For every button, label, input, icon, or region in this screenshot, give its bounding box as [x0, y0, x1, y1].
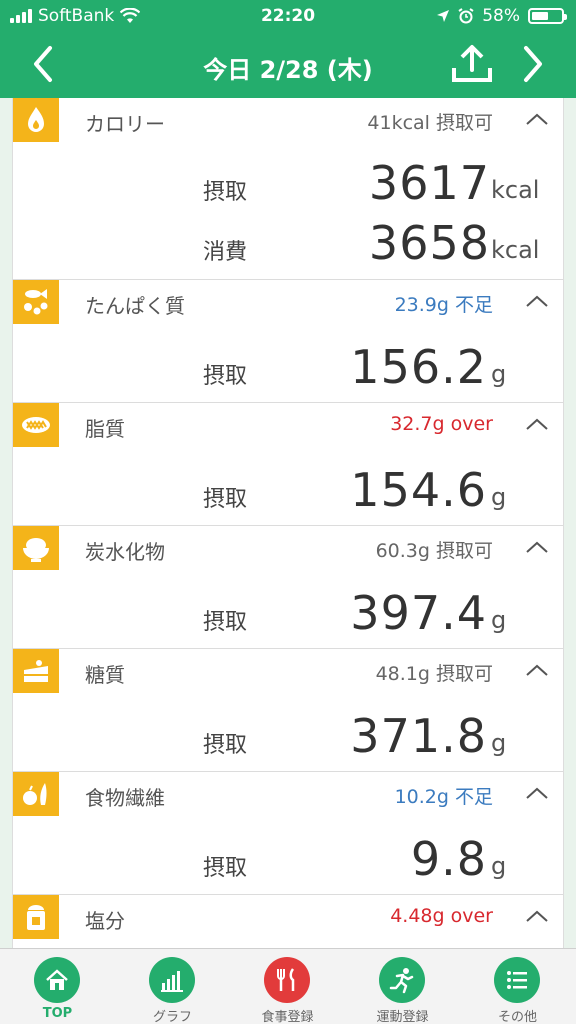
chevron-right-icon[interactable]: [510, 42, 554, 86]
nutrient-list: カロリー 41kcal 摂取可 摂取 3617 kcal 消費 3658 kca…: [12, 98, 564, 948]
fish-beans-icon: [13, 280, 59, 324]
chevron-up-icon[interactable]: [523, 106, 551, 134]
cake-icon: [13, 649, 59, 693]
salt-shaker-icon: [13, 895, 59, 939]
running-icon: [379, 957, 425, 1003]
fat-icon: [13, 403, 59, 447]
chevron-up-icon[interactable]: [523, 534, 551, 562]
row-label: 摂取: [203, 610, 248, 635]
section-fat: 脂質 32.7g over 摂取 154.6 g: [13, 403, 563, 526]
row-label: 摂取: [203, 487, 248, 512]
section-header[interactable]: 塩分 4.48g over: [13, 895, 563, 939]
intake-row: 摂取 3617 kcal: [13, 156, 563, 216]
row-label: 摂取: [203, 856, 248, 881]
section-header[interactable]: カロリー 41kcal 摂取可: [13, 98, 563, 142]
vegetable-icon: [13, 772, 59, 816]
row-label: 摂取: [203, 733, 248, 758]
row-value: 154.6: [350, 463, 487, 517]
rice-bowl-icon: [13, 526, 59, 570]
row-unit: g: [491, 483, 507, 511]
upload-icon[interactable]: [450, 44, 494, 84]
row-value: 371.8: [350, 709, 487, 763]
section-carbohydrate: 炭水化物 60.3g 摂取可 摂取 397.4 g: [13, 526, 563, 649]
tab-other[interactable]: その他: [460, 949, 575, 1024]
section-title: カロリー: [85, 112, 165, 136]
status-text: 4.48g over: [390, 905, 493, 927]
chevron-up-icon[interactable]: [523, 780, 551, 808]
intake-row: 摂取 9.8 g: [13, 832, 563, 892]
intake-row: 摂取 397.4 g: [13, 586, 563, 646]
section-sugar: 糖質 48.1g 摂取可 摂取 371.8 g: [13, 649, 563, 772]
bottom-tab-bar: TOP グラフ 食事登録 運動登録 その他: [0, 948, 576, 1024]
status-right: 58%: [436, 6, 567, 26]
alarm-icon: [458, 8, 474, 24]
home-icon: [34, 957, 80, 1003]
section-header[interactable]: 糖質 48.1g 摂取可: [13, 649, 563, 693]
tab-label: 食事登録: [261, 1010, 314, 1024]
battery-percent: 58%: [482, 6, 520, 26]
tab-label: TOP: [42, 1006, 73, 1021]
row-unit: g: [491, 852, 507, 880]
location-icon: [437, 10, 450, 22]
section-header[interactable]: 脂質 32.7g over: [13, 403, 563, 447]
chevron-up-icon[interactable]: [523, 657, 551, 685]
section-header[interactable]: 炭水化物 60.3g 摂取可: [13, 526, 563, 570]
tab-top[interactable]: TOP: [0, 949, 115, 1024]
row-unit: g: [491, 360, 507, 388]
section-title: 脂質: [85, 417, 125, 441]
section-title: 糖質: [85, 663, 125, 687]
bar-chart-icon: [149, 957, 195, 1003]
row-unit: g: [491, 729, 507, 757]
row-value: 156.2: [350, 340, 487, 394]
tab-label: グラフ: [152, 1010, 192, 1024]
section-title: たんぱく質: [85, 294, 185, 318]
row-value: 9.8: [410, 832, 487, 886]
list-icon: [494, 957, 540, 1003]
row-value: 3658: [368, 216, 490, 270]
section-calorie: カロリー 41kcal 摂取可 摂取 3617 kcal 消費 3658 kca…: [13, 98, 563, 280]
chevron-up-icon[interactable]: [523, 411, 551, 439]
row-unit: kcal: [491, 236, 540, 264]
status-text: 41kcal 摂取可: [367, 112, 493, 134]
section-title: 炭水化物: [85, 540, 165, 564]
section-dietary-fiber: 食物繊維 10.2g 不足 摂取 9.8 g: [13, 772, 563, 895]
status-bar: SoftBank 22:20 58%: [0, 0, 576, 32]
status-text: 60.3g 摂取可: [375, 540, 493, 562]
section-salt: 塩分 4.48g over: [13, 895, 563, 948]
intake-row: 摂取 154.6 g: [13, 463, 563, 523]
chevron-up-icon[interactable]: [523, 903, 551, 931]
intake-row: 摂取 371.8 g: [13, 709, 563, 769]
status-text: 23.9g 不足: [394, 294, 493, 316]
section-protein: たんぱく質 23.9g 不足 摂取 156.2 g: [13, 280, 563, 403]
section-title: 塩分: [85, 909, 125, 933]
row-label: 消費: [203, 240, 248, 265]
battery-icon: [528, 8, 567, 24]
tab-label: 運動登録: [376, 1010, 429, 1024]
app-header: SoftBank 22:20 58% 今日 2/28 (木): [0, 0, 576, 98]
row-value: 3617: [368, 156, 490, 210]
row-label: 摂取: [203, 364, 248, 389]
row-unit: kcal: [491, 176, 540, 204]
tab-exercise-log[interactable]: 運動登録: [345, 949, 460, 1024]
date-nav: 今日 2/28 (木): [0, 32, 576, 98]
tab-meal-log[interactable]: 食事登録: [230, 949, 345, 1024]
chevron-up-icon[interactable]: [523, 288, 551, 316]
status-text: 48.1g 摂取可: [375, 663, 493, 685]
row-value: 397.4: [350, 586, 487, 640]
tab-label: その他: [497, 1010, 537, 1024]
status-text: 10.2g 不足: [394, 786, 493, 808]
section-header[interactable]: 食物繊維 10.2g 不足: [13, 772, 563, 816]
intake-row: 摂取 156.2 g: [13, 340, 563, 400]
row-label: 摂取: [203, 180, 248, 205]
section-title: 食物繊維: [85, 786, 165, 810]
flame-icon: [13, 98, 59, 142]
section-header[interactable]: たんぱく質 23.9g 不足: [13, 280, 563, 324]
burned-row: 消費 3658 kcal: [13, 216, 563, 276]
status-text: 32.7g over: [390, 413, 493, 435]
tab-graph[interactable]: グラフ: [115, 949, 230, 1024]
row-unit: g: [491, 606, 507, 634]
fork-knife-icon: [264, 957, 310, 1003]
